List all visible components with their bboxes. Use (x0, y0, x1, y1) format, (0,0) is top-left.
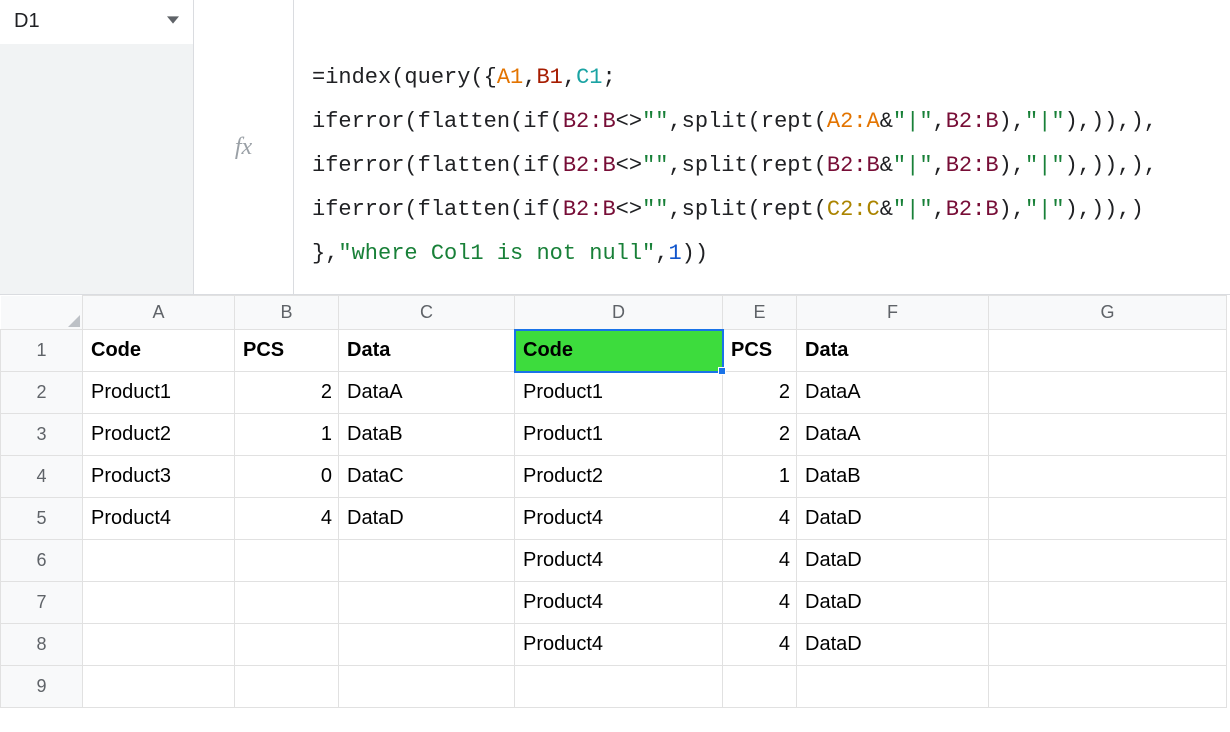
cell-A5[interactable]: Product4 (83, 498, 235, 540)
cell-E5[interactable]: 4 (723, 498, 797, 540)
col-header-A[interactable]: A (83, 296, 235, 330)
row-header-9[interactable]: 9 (1, 666, 83, 708)
name-box[interactable]: D1 (0, 0, 194, 294)
cell-D4[interactable]: Product2 (515, 456, 723, 498)
cell-D9[interactable] (515, 666, 723, 708)
cell-B6[interactable] (235, 540, 339, 582)
spreadsheet-grid[interactable]: A B C D E F G 1 Code PCS Data Code PCS D… (0, 295, 1227, 708)
cell-A6[interactable] (83, 540, 235, 582)
cell-C7[interactable] (339, 582, 515, 624)
col-header-D[interactable]: D (515, 296, 723, 330)
name-box-backdrop (0, 44, 193, 294)
cell-C4[interactable]: DataC (339, 456, 515, 498)
cell-D2[interactable]: Product1 (515, 372, 723, 414)
cell-F1[interactable]: Data (797, 330, 989, 372)
cell-E9[interactable] (723, 666, 797, 708)
col-header-C[interactable]: C (339, 296, 515, 330)
cell-G7[interactable] (989, 582, 1227, 624)
cell-A4[interactable]: Product3 (83, 456, 235, 498)
cell-A7[interactable] (83, 582, 235, 624)
cell-B7[interactable] (235, 582, 339, 624)
col-header-E[interactable]: E (723, 296, 797, 330)
row-header-8[interactable]: 8 (1, 624, 83, 666)
cell-C1[interactable]: Data (339, 330, 515, 372)
cell-G6[interactable] (989, 540, 1227, 582)
cell-D7[interactable]: Product4 (515, 582, 723, 624)
col-header-G[interactable]: G (989, 296, 1227, 330)
formula-bar[interactable]: =index(query({A1,B1,C1; iferror(flatten(… (294, 0, 1230, 294)
cell-E2[interactable]: 2 (723, 372, 797, 414)
cell-A1[interactable]: Code (83, 330, 235, 372)
cell-G5[interactable] (989, 498, 1227, 540)
cell-E8[interactable]: 4 (723, 624, 797, 666)
row-header-6[interactable]: 6 (1, 540, 83, 582)
cell-F4[interactable]: DataB (797, 456, 989, 498)
cell-F6[interactable]: DataD (797, 540, 989, 582)
cell-E4[interactable]: 1 (723, 456, 797, 498)
cell-E6[interactable]: 4 (723, 540, 797, 582)
cell-A2[interactable]: Product1 (83, 372, 235, 414)
cell-D5[interactable]: Product4 (515, 498, 723, 540)
cell-B8[interactable] (235, 624, 339, 666)
cell-G2[interactable] (989, 372, 1227, 414)
cell-G1[interactable] (989, 330, 1227, 372)
cell-B4[interactable]: 0 (235, 456, 339, 498)
cell-C9[interactable] (339, 666, 515, 708)
cell-E1[interactable]: PCS (723, 330, 797, 372)
cell-G9[interactable] (989, 666, 1227, 708)
cell-C3[interactable]: DataB (339, 414, 515, 456)
cell-A9[interactable] (83, 666, 235, 708)
cell-A3[interactable]: Product2 (83, 414, 235, 456)
cell-E3[interactable]: 2 (723, 414, 797, 456)
cell-D3[interactable]: Product1 (515, 414, 723, 456)
cell-C6[interactable] (339, 540, 515, 582)
row-header-7[interactable]: 7 (1, 582, 83, 624)
cell-C8[interactable] (339, 624, 515, 666)
row-header-2[interactable]: 2 (1, 372, 83, 414)
cell-C5[interactable]: DataD (339, 498, 515, 540)
cell-B1[interactable]: PCS (235, 330, 339, 372)
cell-G8[interactable] (989, 624, 1227, 666)
row-header-5[interactable]: 5 (1, 498, 83, 540)
cell-C2[interactable]: DataA (339, 372, 515, 414)
fx-label: fx (194, 0, 294, 294)
cell-D8[interactable]: Product4 (515, 624, 723, 666)
row-header-1[interactable]: 1 (1, 330, 83, 372)
col-header-F[interactable]: F (797, 296, 989, 330)
cell-G4[interactable] (989, 456, 1227, 498)
cell-G3[interactable] (989, 414, 1227, 456)
chevron-down-icon (167, 10, 179, 31)
col-header-B[interactable]: B (235, 296, 339, 330)
cell-F8[interactable]: DataD (797, 624, 989, 666)
cell-F2[interactable]: DataA (797, 372, 989, 414)
cell-B3[interactable]: 1 (235, 414, 339, 456)
cell-F3[interactable]: DataA (797, 414, 989, 456)
name-box-value: D1 (14, 10, 40, 33)
cell-B2[interactable]: 2 (235, 372, 339, 414)
cell-E7[interactable]: 4 (723, 582, 797, 624)
cell-B5[interactable]: 4 (235, 498, 339, 540)
cell-F5[interactable]: DataD (797, 498, 989, 540)
row-header-3[interactable]: 3 (1, 414, 83, 456)
cell-F9[interactable] (797, 666, 989, 708)
cell-A8[interactable] (83, 624, 235, 666)
row-header-4[interactable]: 4 (1, 456, 83, 498)
cell-F7[interactable]: DataD (797, 582, 989, 624)
select-all-corner[interactable] (1, 296, 83, 330)
fx-icon: fx (235, 134, 252, 161)
cell-D6[interactable]: Product4 (515, 540, 723, 582)
selection-handle[interactable] (718, 367, 726, 375)
cell-B9[interactable] (235, 666, 339, 708)
cell-D1[interactable]: Code (515, 330, 723, 372)
